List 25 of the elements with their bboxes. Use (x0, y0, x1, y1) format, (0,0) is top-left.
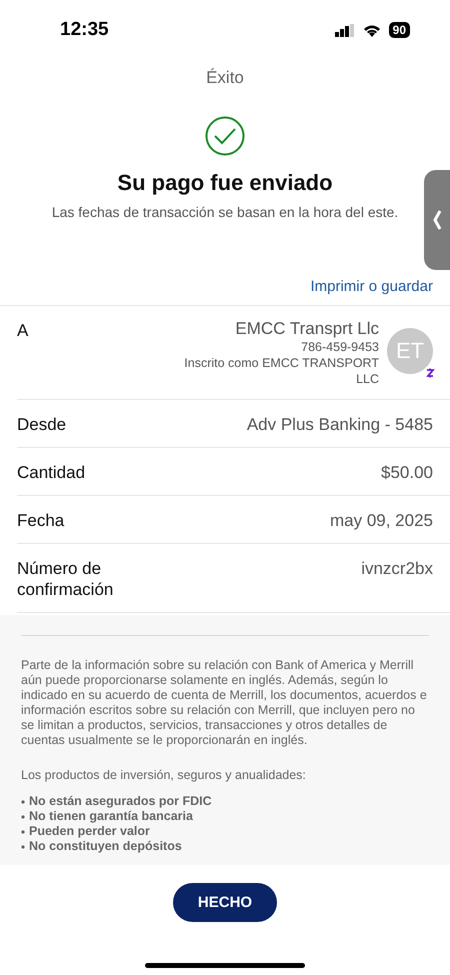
detail-value: $50.00 (381, 462, 433, 483)
enrolled-name: Inscrito como EMCC TRANSPORT LLC (183, 355, 379, 387)
detail-label: Número de confirmación (17, 558, 114, 600)
disclosure-bullet: Pueden perder valor (29, 824, 150, 839)
detail-label: Cantidad (17, 462, 86, 483)
status-time: 12:35 (60, 19, 109, 41)
battery-level: 90 (388, 22, 410, 38)
disclosure-bullet: No están asegurados por FDIC (29, 794, 212, 809)
screen-title: Éxito (205, 68, 245, 88)
detail-label: A (17, 320, 28, 341)
detail-label: Fecha (17, 510, 64, 531)
detail-value: may 09, 2025 (330, 510, 433, 531)
print-or-save-link[interactable]: Imprimir o guardar (310, 278, 433, 295)
recipient-phone: 786-459-9453 (301, 339, 379, 355)
detail-label: Desde (17, 414, 66, 435)
disclosure-bullet: No constituyen depósitos (29, 839, 182, 854)
list-heading: Los productos de inversión, seguros y anualidades: (21, 768, 307, 782)
confirmation-heading: Su pago fue enviado (117, 170, 333, 196)
done-button[interactable]: HECHO (173, 883, 277, 922)
detail-value: Adv Plus Banking - 5485 (246, 414, 433, 435)
detail-value: ivnzcr2bx (361, 558, 433, 579)
disclosure-bullet: No tienen garantía bancaria (29, 809, 193, 824)
disclosure-paragraph: Parte de la información sobre su relación con Bank of America y Merrill aún puede proporcionarse solamente en inglés. Además, según lo indicado en su acuerdo de cuenta de Merrill, los documentos, acuerdos e información escritos sobre su relación con Merrill, que incluyen pero no se limitan a productos, servicios, transacciones y otros detalles de cuentas usualmente se le proporcionarán en inglés. (21, 658, 428, 748)
recipient-name: EMCC Transprt Llc (235, 318, 379, 339)
timezone-note: Las fechas de transacción se basan en la hora del este. (52, 204, 398, 220)
